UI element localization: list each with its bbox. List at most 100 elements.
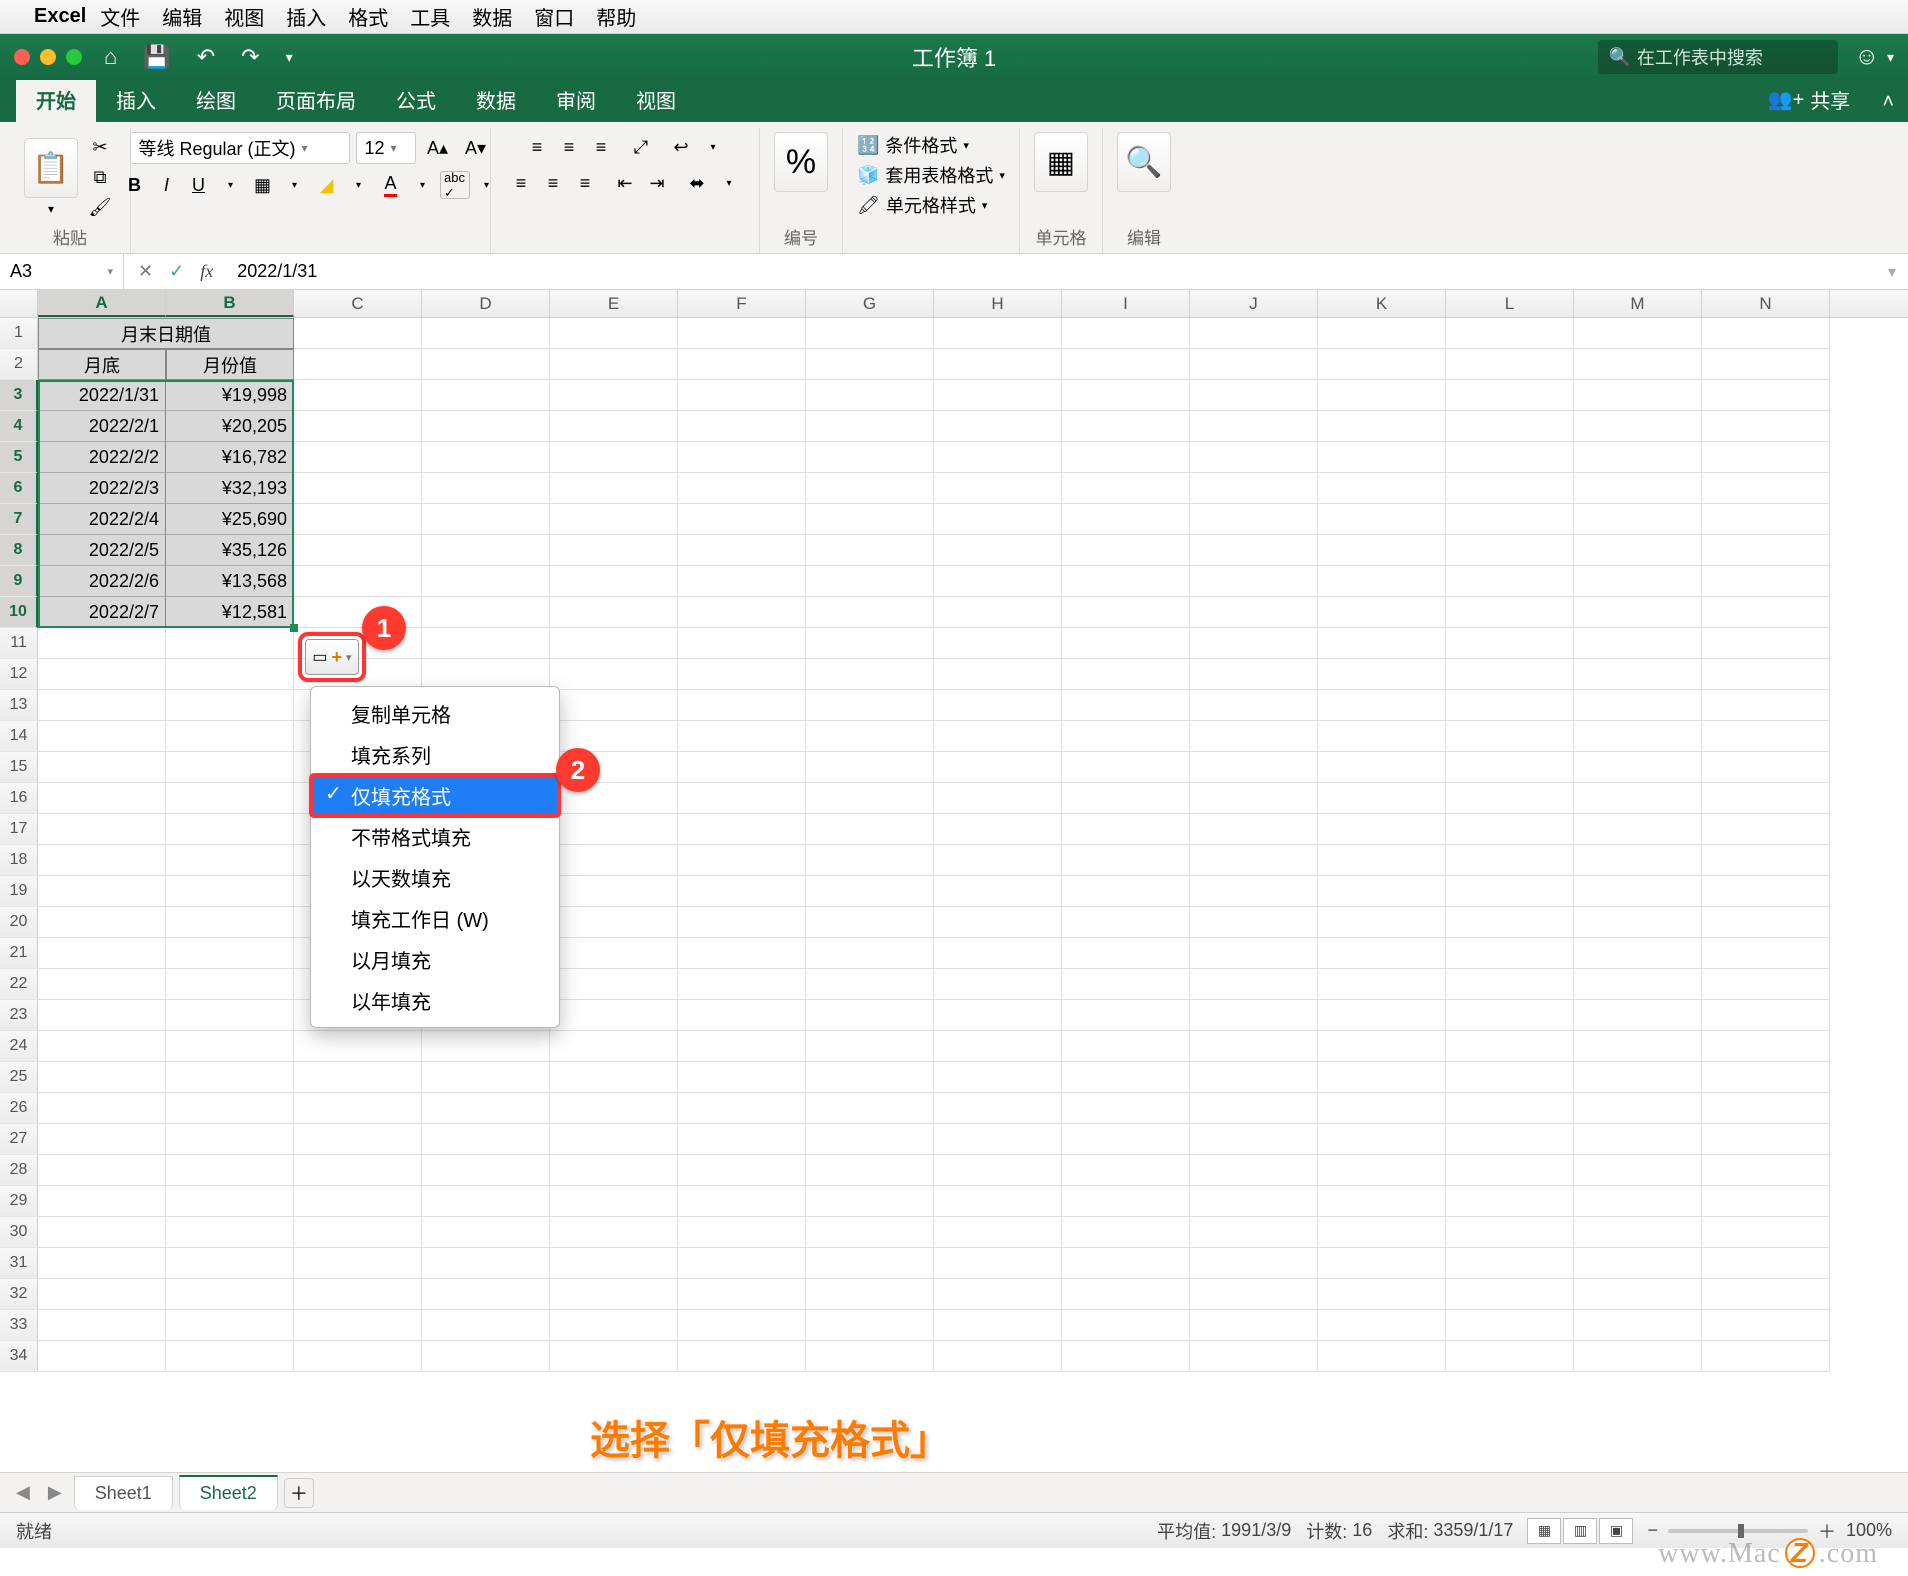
close-window-button[interactable]: [14, 49, 30, 65]
fx-icon[interactable]: fx: [200, 261, 213, 282]
cell[interactable]: [550, 1155, 678, 1186]
table-format-icon[interactable]: 🧊: [857, 165, 879, 186]
cell[interactable]: 2022/1/31: [38, 380, 166, 411]
cell[interactable]: [1574, 1186, 1702, 1217]
row-header[interactable]: 7: [0, 504, 38, 535]
underline-button[interactable]: U: [184, 171, 214, 199]
cell[interactable]: [934, 938, 1062, 969]
cell[interactable]: [678, 1279, 806, 1310]
cell[interactable]: [550, 659, 678, 690]
cell[interactable]: [934, 1124, 1062, 1155]
align-top-icon[interactable]: ≡: [522, 133, 552, 161]
cell[interactable]: [294, 1186, 422, 1217]
cell[interactable]: [1446, 628, 1574, 659]
cell[interactable]: [166, 1155, 294, 1186]
cell[interactable]: [550, 1000, 678, 1031]
cell[interactable]: [1702, 535, 1830, 566]
cell[interactable]: [1574, 1062, 1702, 1093]
cell[interactable]: [1702, 907, 1830, 938]
cell[interactable]: [806, 1124, 934, 1155]
cell[interactable]: ¥12,581: [166, 597, 294, 628]
tab-insert[interactable]: 插入: [96, 77, 176, 122]
cell[interactable]: [806, 442, 934, 473]
cell[interactable]: [678, 597, 806, 628]
cell[interactable]: [38, 628, 166, 659]
cell[interactable]: [1574, 938, 1702, 969]
column-header-D[interactable]: D: [422, 290, 550, 317]
cell[interactable]: [1702, 1000, 1830, 1031]
cell[interactable]: [1062, 752, 1190, 783]
cell[interactable]: [294, 411, 422, 442]
cell[interactable]: [1574, 1155, 1702, 1186]
cell[interactable]: 月末日期值: [38, 318, 294, 349]
cell[interactable]: [422, 1310, 550, 1341]
cell[interactable]: 月底: [38, 349, 166, 380]
cell[interactable]: 2022/2/2: [38, 442, 166, 473]
cell[interactable]: [1318, 721, 1446, 752]
cell[interactable]: [1318, 659, 1446, 690]
formula-input[interactable]: 2022/1/31: [227, 261, 1876, 282]
phonetic-icon[interactable]: abc✓: [440, 171, 470, 199]
autofill-option[interactable]: 以年填充: [311, 980, 559, 1021]
cell[interactable]: [1446, 504, 1574, 535]
percent-style-button[interactable]: %: [774, 132, 828, 192]
menu-format[interactable]: 格式: [348, 2, 388, 31]
cell[interactable]: [678, 1155, 806, 1186]
align-right-icon[interactable]: ≡: [570, 169, 600, 197]
cell[interactable]: [1702, 1093, 1830, 1124]
cell[interactable]: [38, 1279, 166, 1310]
cell[interactable]: [550, 690, 678, 721]
cell[interactable]: [422, 380, 550, 411]
cell[interactable]: [934, 721, 1062, 752]
cell[interactable]: [422, 504, 550, 535]
autofill-option[interactable]: 填充系列: [311, 734, 559, 775]
column-header-J[interactable]: J: [1190, 290, 1318, 317]
cell[interactable]: [806, 1279, 934, 1310]
cell[interactable]: [678, 938, 806, 969]
cell[interactable]: [1318, 1093, 1446, 1124]
column-header-H[interactable]: H: [934, 290, 1062, 317]
cell[interactable]: [1062, 1031, 1190, 1062]
cell[interactable]: [934, 597, 1062, 628]
cell[interactable]: [934, 411, 1062, 442]
cell[interactable]: [1062, 1310, 1190, 1341]
cell[interactable]: [550, 1093, 678, 1124]
cell[interactable]: [1702, 876, 1830, 907]
row-header[interactable]: 16: [0, 783, 38, 814]
cell[interactable]: 月份值: [166, 349, 294, 380]
cell[interactable]: [1062, 783, 1190, 814]
autofill-option[interactable]: 不带格式填充: [311, 816, 559, 857]
autofill-option[interactable]: ✓仅填充格式: [311, 775, 559, 816]
cell[interactable]: [1062, 442, 1190, 473]
cell[interactable]: [1190, 473, 1318, 504]
increase-indent-icon[interactable]: ⇥: [642, 169, 672, 197]
add-sheet-button[interactable]: ＋: [284, 1478, 314, 1508]
cell[interactable]: [1702, 1031, 1830, 1062]
cell[interactable]: [806, 1000, 934, 1031]
cell[interactable]: [1574, 1124, 1702, 1155]
cell[interactable]: [806, 504, 934, 535]
cell[interactable]: [422, 1093, 550, 1124]
cell[interactable]: [1574, 535, 1702, 566]
row-header[interactable]: 33: [0, 1310, 38, 1341]
cell[interactable]: [934, 690, 1062, 721]
cell[interactable]: [1062, 1124, 1190, 1155]
cell[interactable]: 2022/2/6: [38, 566, 166, 597]
cell[interactable]: [422, 349, 550, 380]
cell[interactable]: [1190, 380, 1318, 411]
cell[interactable]: [38, 783, 166, 814]
cell[interactable]: [294, 473, 422, 504]
cell[interactable]: ¥13,568: [166, 566, 294, 597]
cell[interactable]: [1446, 1186, 1574, 1217]
cell[interactable]: [166, 659, 294, 690]
cell[interactable]: [550, 1217, 678, 1248]
decrease-font-icon[interactable]: A▾: [461, 134, 491, 162]
cell[interactable]: [1446, 938, 1574, 969]
cell[interactable]: [806, 814, 934, 845]
cell[interactable]: [1318, 783, 1446, 814]
cell[interactable]: [1702, 721, 1830, 752]
cell[interactable]: [1702, 597, 1830, 628]
row-header[interactable]: 28: [0, 1155, 38, 1186]
cell[interactable]: [806, 1310, 934, 1341]
cell[interactable]: [294, 1093, 422, 1124]
